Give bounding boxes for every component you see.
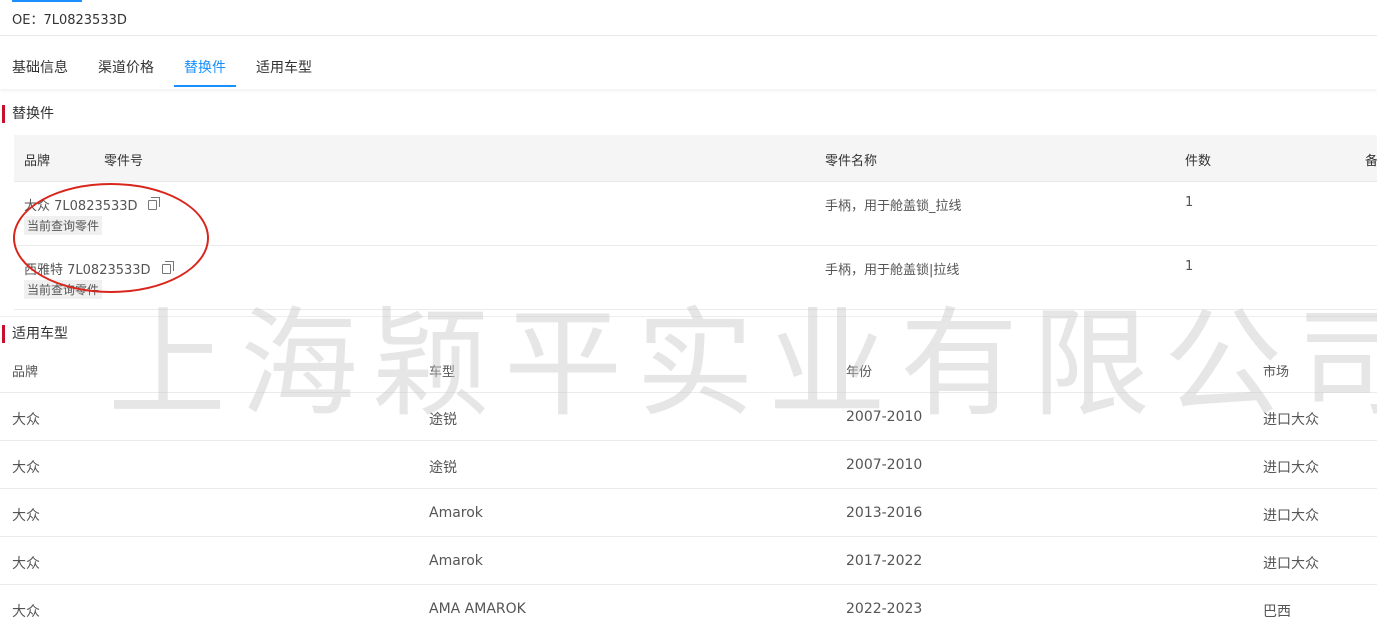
current-part-tag: 当前查询零件 <box>24 216 103 235</box>
header-part-name: 零件名称 <box>825 154 878 169</box>
tab-basic-info[interactable]: 基础信息 <box>12 57 68 77</box>
header-brand: 品牌 <box>24 154 51 169</box>
replacement-table: 品牌 零件号 零件名称 件数 备 大众 7L0823533D 当前查询零件 手柄… <box>14 135 1377 310</box>
header-qty: 件数 <box>1185 154 1212 169</box>
header-note: 备 <box>1365 154 1377 169</box>
header-part-no: 零件号 <box>104 154 144 169</box>
vehicle-market: 进口大众 <box>1263 508 1319 524</box>
part-name: 手柄，用于舱盖锁|拉线 <box>825 263 960 278</box>
header-brand: 品牌 <box>12 365 39 380</box>
vehicle-model: 途锐 <box>429 460 457 476</box>
vehicle-model: 途锐 <box>429 412 457 428</box>
section-divider <box>0 316 1377 317</box>
vehicle-year: 2007-2010 <box>846 457 923 473</box>
table-row: 西雅特 7L0823533D 当前查询零件 手柄，用于舱盖锁|拉线 1 <box>14 246 1377 310</box>
vehicle-market: 进口大众 <box>1263 460 1319 476</box>
oe-header: OE：7L0823533D <box>0 0 1377 36</box>
part-qty: 1 <box>1185 195 1194 210</box>
tab-bar: 基础信息 渠道价格 替换件 适用车型 <box>0 37 1377 89</box>
tab-channel-price[interactable]: 渠道价格 <box>98 57 154 77</box>
vehicle-model: Amarok <box>429 505 483 521</box>
header-year: 年份 <box>846 365 873 380</box>
vehicle-brand: 大众 <box>12 508 40 524</box>
tab-vehicle-fit[interactable]: 适用车型 <box>256 57 312 77</box>
tab-replacement[interactable]: 替换件 <box>184 57 226 77</box>
copy-icon[interactable] <box>162 261 174 274</box>
part-qty: 1 <box>1185 259 1194 274</box>
oe-number: OE：7L0823533D <box>12 13 127 28</box>
copy-icon[interactable] <box>148 197 160 210</box>
vehicle-year: 2007-2010 <box>846 409 923 425</box>
brand-part: 大众 7L0823533D <box>24 199 138 214</box>
vehicle-market: 进口大众 <box>1263 412 1319 428</box>
header-model: 车型 <box>429 365 456 380</box>
table-row: 大众 7L0823533D 当前查询零件 手柄，用于舱盖锁_拉线 1 <box>14 182 1377 246</box>
section-title-vehicles: 适用车型 <box>0 325 68 343</box>
table-row: 大众 Amarok 2017-2022 进口大众 <box>0 536 1377 584</box>
vehicle-year: 2022-2023 <box>846 601 923 617</box>
vehicle-brand: 大众 <box>12 604 40 620</box>
current-part-tag: 当前查询零件 <box>24 280 103 299</box>
vehicle-brand: 大众 <box>12 460 40 476</box>
tab-active-indicator <box>174 85 236 87</box>
vehicle-market: 巴西 <box>1263 604 1291 620</box>
vehicle-market: 进口大众 <box>1263 556 1319 572</box>
vehicle-year: 2017-2022 <box>846 553 923 569</box>
vehicle-model: AMA AMAROK <box>429 601 526 617</box>
vehicle-model: Amarok <box>429 553 483 569</box>
header-market: 市场 <box>1263 365 1290 380</box>
vehicle-brand: 大众 <box>12 412 40 428</box>
vehicle-year: 2013-2016 <box>846 505 923 521</box>
table-row: 大众 途锐 2007-2010 进口大众 <box>0 392 1377 440</box>
table-row: 大众 Amarok 2013-2016 进口大众 <box>0 488 1377 536</box>
section-title-replacement: 替换件 <box>0 105 54 123</box>
table-row: 大众 AMA AMAROK 2022-2023 巴西 <box>0 584 1377 631</box>
vehicle-brand: 大众 <box>12 556 40 572</box>
part-name: 手柄，用于舱盖锁_拉线 <box>825 199 962 214</box>
brand-part: 西雅特 7L0823533D <box>24 263 151 278</box>
table-row: 大众 途锐 2007-2010 进口大众 <box>0 440 1377 488</box>
replacement-table-header: 品牌 零件号 零件名称 件数 备 <box>14 135 1377 182</box>
